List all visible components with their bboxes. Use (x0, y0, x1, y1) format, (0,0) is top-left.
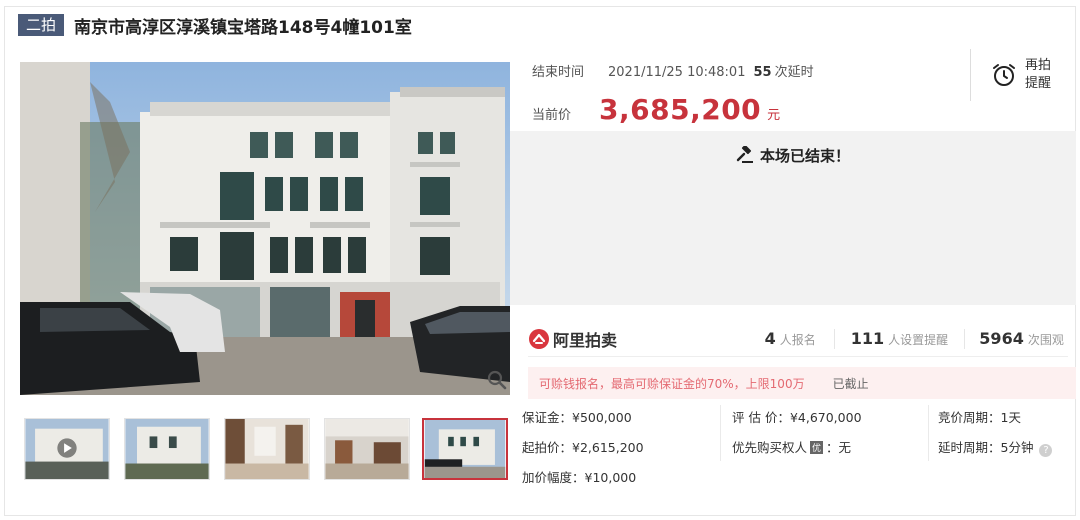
delay-label: 次延时 (774, 65, 814, 80)
ended-text: 本场已结束！ (759, 147, 850, 165)
bid-period: 竞价周期：1天 (938, 410, 1021, 425)
thumbnail-4[interactable] (324, 418, 410, 480)
delay-count: 55 (753, 65, 772, 80)
search-icon[interactable] (486, 369, 508, 391)
brand: 阿里拍卖 (528, 327, 714, 351)
thumbnail-image (225, 419, 309, 479)
priority-buyer: 优先购买权人优：无 (732, 437, 851, 456)
thumbnail-5-selected[interactable] (422, 418, 508, 480)
gavel-icon (736, 144, 753, 163)
end-time-row: 结束时间 2021/11/25 10:48:01 55 次延时 (532, 61, 814, 80)
price-label: 当前价 (532, 108, 572, 123)
bid-increment: 加价幅度：¥10,000 (522, 470, 637, 485)
deposit: 保证金：¥500,000 (522, 410, 632, 425)
thumbnail-2[interactable] (124, 418, 210, 480)
house-photo (20, 62, 510, 395)
thumbnail-image (424, 420, 506, 478)
views-stat: 5964 次围观 (975, 329, 1068, 348)
views-count: 5964 (979, 329, 1024, 348)
column-divider (928, 405, 929, 461)
views-label: 次围观 (1027, 333, 1064, 347)
thumbnail-strip (20, 418, 512, 480)
reminders-count: 111 (850, 329, 885, 348)
column-divider (720, 405, 721, 461)
signups-stat: 4 人报名 (714, 329, 824, 348)
signups-label: 人报名 (779, 333, 816, 347)
priority-badge: 优 (810, 441, 824, 454)
priority-label: 优先购买权人 (732, 440, 808, 455)
remind-line2: 提醒 (1025, 76, 1052, 91)
help-icon[interactable]: ? (1039, 444, 1053, 457)
signups-count: 4 (764, 329, 776, 348)
start-price: 起拍价：¥2,615,200 (522, 440, 644, 455)
stat-divider (964, 328, 966, 349)
current-price: 3,685,200 (599, 93, 762, 126)
priority-value: ：无 (826, 440, 852, 455)
thumbnail-image (125, 419, 209, 479)
round-badge: 二拍 (18, 14, 65, 36)
thumbnail-3[interactable] (224, 418, 310, 480)
thumbnail-video[interactable] (24, 418, 110, 480)
main-photo[interactable] (20, 62, 510, 395)
delay-period-text: 延时周期：5分钟 (938, 440, 1034, 455)
thumbnail-image (325, 419, 409, 479)
price-unit: 元 (767, 108, 781, 123)
reminders-stat: 111 人设置提醒 (845, 329, 955, 348)
delay-period: 延时周期：5分钟? (938, 437, 1053, 457)
end-time-value: 2021/11/25 10:48:01 (608, 65, 746, 80)
price-row: 当前价 3,685,200 元 (532, 93, 780, 126)
ali-auction-logo-icon (529, 328, 549, 349)
page-title: 南京市高淳区淳溪镇宝塔路148号4幢101室 (74, 17, 412, 38)
stat-divider (833, 328, 835, 349)
remind-line1: 再拍 (1025, 58, 1052, 73)
thumbnail-image (25, 419, 109, 479)
remind-label: 再拍 提醒 (1025, 57, 1051, 93)
ended-message: 本场已结束！ (510, 144, 1076, 166)
appraisal-price: 评 估 价：¥4,670,000 (732, 410, 862, 425)
brand-name: 阿里拍卖 (553, 330, 618, 350)
end-time-label: 结束时间 (532, 65, 585, 80)
notice-status: 已截止 (832, 376, 869, 391)
header: 二拍 南京市高淳区淳溪镇宝塔路148号4幢101室 (18, 12, 412, 38)
notice-text: 可赊钱报名，最高可赊保证金的70%，上限100万 (539, 376, 805, 391)
remind-button[interactable]: 再拍 提醒 (970, 49, 1076, 101)
reminders-label: 人设置提醒 (888, 333, 949, 347)
auction-status-panel: 本场已结束！ (510, 131, 1076, 305)
credit-signup-notice[interactable]: 可赊钱报名，最高可赊保证金的70%，上限100万 已截止 (528, 367, 1076, 399)
stats-bar: 阿里拍卖 4 人报名 111 人设置提醒 5964 次围观 (528, 321, 1068, 357)
alarm-clock-icon (993, 64, 1015, 86)
